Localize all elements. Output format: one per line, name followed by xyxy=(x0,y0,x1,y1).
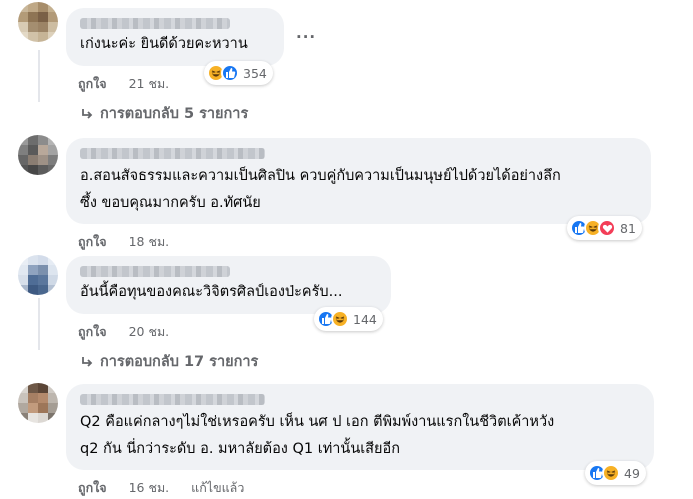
comment-actions: ถูกใจ 21 ชม. xyxy=(78,74,169,94)
author-name[interactable] xyxy=(80,266,230,277)
view-replies-button[interactable]: การตอบกลับ 17 รายการ xyxy=(80,350,258,373)
thread-line xyxy=(38,50,40,102)
reaction-count: 49 xyxy=(624,465,640,481)
reply-arrow-icon xyxy=(82,108,93,119)
reaction-count: 81 xyxy=(620,220,636,236)
edited-label[interactable]: แก้ไขแล้ว xyxy=(191,480,244,495)
thread-line xyxy=(38,298,40,350)
comment-text: ซึ้ง ขอบคุณมากครับ อ.ทัศนัย xyxy=(80,195,261,211)
avatar[interactable] xyxy=(18,383,58,423)
avatar[interactable] xyxy=(18,255,58,295)
comment-text: q2 กัน นี่กว่าระดับ อ. มหาลัยต้อง Q1 เท่… xyxy=(80,441,401,457)
haha-icon xyxy=(602,464,620,482)
comment-text: Q2 คือแค่กลางๆไม่ใช่เหรอครับ เห็น นศ ป เ… xyxy=(80,414,555,430)
love-icon xyxy=(598,219,616,237)
author-name[interactable] xyxy=(80,148,265,159)
reaction-count: 354 xyxy=(243,65,267,81)
comment-bubble: อันนี้คือทุนของคณะวิจิตรศิลป์เองป่ะครับ.… xyxy=(66,256,391,314)
like-icon xyxy=(221,64,239,82)
like-button[interactable]: ถูกใจ xyxy=(78,480,107,495)
reaction-summary[interactable]: 144 xyxy=(314,307,383,331)
like-button[interactable]: ถูกใจ xyxy=(78,324,107,339)
comment-text: อ.สอนสัจธรรมและความเป็นศิลปิน ควบคู่กับค… xyxy=(80,168,561,184)
avatar[interactable] xyxy=(18,135,58,175)
comment-bubble: Q2 คือแค่กลางๆไม่ใช่เหรอครับ เห็น นศ ป เ… xyxy=(66,384,654,470)
timestamp[interactable]: 16 ชม. xyxy=(129,480,170,495)
comment-actions: ถูกใจ 16 ชม. แก้ไขแล้ว xyxy=(78,478,244,498)
reaction-summary[interactable]: 49 xyxy=(585,461,646,485)
comment-actions: ถูกใจ 20 ชม. xyxy=(78,322,169,342)
comment-text: เก่งนะค่ะ ยินดีด้วยคะหวาน xyxy=(80,36,248,52)
reaction-count: 144 xyxy=(353,311,377,327)
timestamp[interactable]: 21 ชม. xyxy=(129,76,170,91)
timestamp[interactable]: 18 ชม. xyxy=(129,234,170,249)
reply-arrow-icon xyxy=(82,356,93,367)
comment-actions: ถูกใจ 18 ชม. xyxy=(78,232,169,252)
view-replies-button[interactable]: การตอบกลับ 5 รายการ xyxy=(80,102,248,125)
comment-text: อันนี้คือทุนของคณะวิจิตรศิลป์เองป่ะครับ.… xyxy=(80,284,343,300)
more-options-icon[interactable]: ··· xyxy=(296,28,316,46)
author-name[interactable] xyxy=(80,18,230,29)
replies-label: การตอบกลับ 5 รายการ xyxy=(100,106,249,122)
reaction-summary[interactable]: 81 xyxy=(567,216,642,240)
like-button[interactable]: ถูกใจ xyxy=(78,234,107,249)
comment-bubble: อ.สอนสัจธรรมและความเป็นศิลปิน ควบคู่กับค… xyxy=(66,138,651,224)
comment-bubble: เก่งนะค่ะ ยินดีด้วยคะหวาน xyxy=(66,8,284,66)
reaction-summary[interactable]: 354 xyxy=(204,61,273,85)
timestamp[interactable]: 20 ชม. xyxy=(129,324,170,339)
like-button[interactable]: ถูกใจ xyxy=(78,76,107,91)
author-name[interactable] xyxy=(80,394,265,405)
replies-label: การตอบกลับ 17 รายการ xyxy=(100,354,259,370)
avatar[interactable] xyxy=(18,2,58,42)
haha-icon xyxy=(331,310,349,328)
